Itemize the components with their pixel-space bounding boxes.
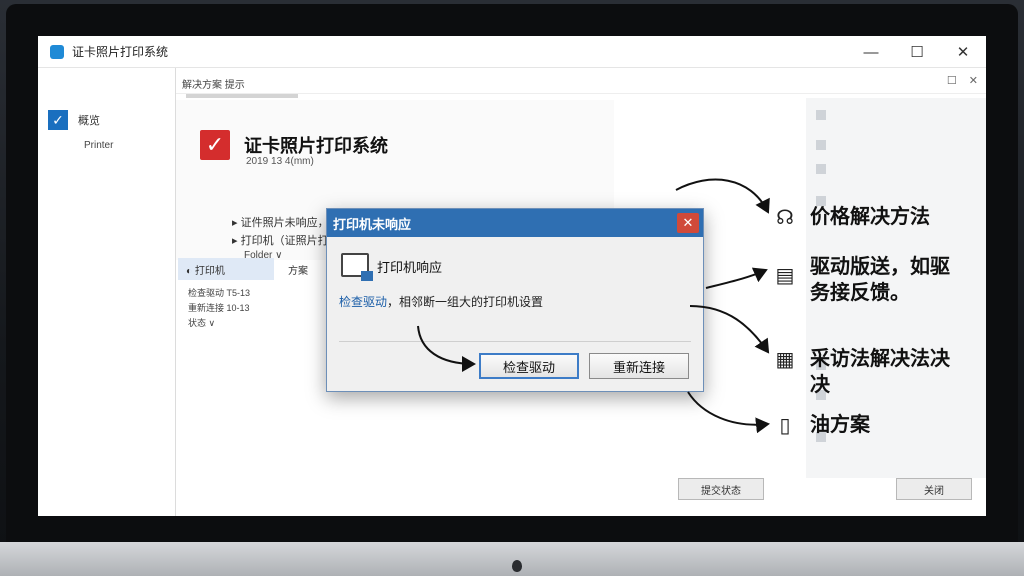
divider xyxy=(339,341,691,342)
close-icon[interactable]: ✕ xyxy=(940,36,986,68)
sidebar-item-overview[interactable]: 概览 xyxy=(78,112,100,128)
printer-warning-icon xyxy=(341,253,373,281)
panel-close-icon[interactable]: ✕ xyxy=(969,74,978,87)
progress-bar xyxy=(186,94,298,98)
check-driver-link[interactable]: 检查驱动 xyxy=(339,295,387,309)
app-icon xyxy=(50,44,64,59)
list-item[interactable]: 检查驱动 T5-13 xyxy=(188,286,250,301)
panel-row xyxy=(816,138,966,152)
minimize-icon[interactable]: — xyxy=(848,36,894,68)
list-item[interactable]: 重新连接 10-13 xyxy=(188,301,250,316)
page-subtitle: 2019 13 4(mm) xyxy=(246,156,314,167)
page-title: 证卡照片打印系统 xyxy=(244,136,388,156)
toolbar: 解决方案 提示 ☐ ✕ xyxy=(176,68,986,94)
item-list: 检查驱动 T5-13 重新连接 10-13 状态 ∨ xyxy=(188,286,250,331)
dialog-heading: 打印机响应 xyxy=(377,260,443,275)
maximize-icon[interactable]: ☐ xyxy=(894,36,940,68)
annotation-text: 价格解决方法 xyxy=(810,206,930,228)
error-dialog: 打印机未响应 ✕ 打印机响应 检查驱动，相邻断一组大的打印机设置 检查驱动 重新… xyxy=(326,208,704,392)
annotation-text: 油方案 xyxy=(810,414,870,436)
headset-icon: ☊ xyxy=(776,206,794,229)
annotation-text: 采访法解决法决 决 xyxy=(810,348,950,396)
dialog-close-icon[interactable]: ✕ xyxy=(677,213,699,233)
status-check-icon: ✓ xyxy=(200,130,230,160)
brand-logo xyxy=(512,560,522,572)
toolbar-text[interactable]: 解决方案 提示 xyxy=(182,76,245,91)
title-bar: 证卡照片打印系统 — ☐ ✕ xyxy=(38,36,986,68)
document-icon: ▯ xyxy=(779,414,791,437)
sidebar: ✓ 概览 Printer xyxy=(38,68,176,516)
monitor-chin xyxy=(0,542,1024,576)
panel-row xyxy=(816,108,966,122)
layout-icon: ▦ xyxy=(775,348,795,371)
printer-icon: ▤ xyxy=(775,264,795,287)
sidebar-item-printer[interactable]: Printer xyxy=(84,140,113,151)
submit-status-button[interactable]: 提交状态 xyxy=(678,478,764,500)
dialog-message-text: ，相邻断一组大的打印机设置 xyxy=(387,295,544,309)
close-button[interactable]: 关闭 xyxy=(896,478,972,500)
scene: 证卡照片打印系统 — ☐ ✕ ✓ 概览 Printer 解决方案 提示 ☐ ✕ xyxy=(0,0,1024,576)
annotation-text: 驱动版送，如驱 务接反馈。 xyxy=(810,256,950,304)
reconnect-button[interactable]: 重新连接 xyxy=(589,353,689,379)
check-driver-button[interactable]: 检查驱动 xyxy=(479,353,579,379)
panel-toggle-icon[interactable]: ☐ xyxy=(947,74,957,87)
dialog-title: 打印机未响应 xyxy=(327,209,703,237)
list-item[interactable]: 状态 ∨ xyxy=(188,316,250,331)
tab-printer[interactable]: ◐ 打印机 xyxy=(178,258,274,280)
checkbox-icon[interactable]: ✓ xyxy=(48,110,68,130)
window-title: 证卡照片打印系统 xyxy=(72,45,169,59)
dialog-message: 检查驱动，相邻断一组大的打印机设置 xyxy=(339,293,543,310)
panel-row xyxy=(816,162,966,176)
